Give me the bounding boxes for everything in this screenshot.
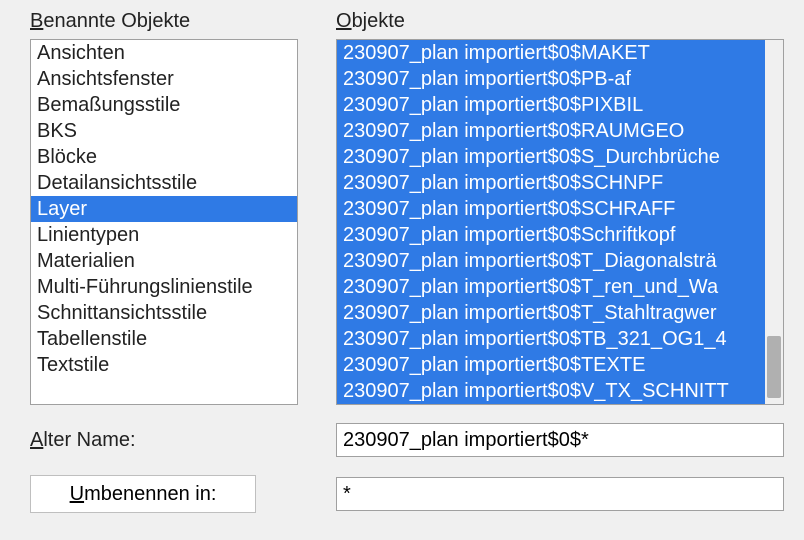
objects-label: Objekte: [336, 10, 784, 33]
old-name-label: Alter Name:: [30, 429, 136, 451]
objects-scrollbar-thumb[interactable]: [767, 336, 781, 398]
objects-item[interactable]: 230907_plan importiert$0$RAUMGEO: [337, 118, 765, 144]
named-objects-item[interactable]: Detailansichtsstile: [31, 170, 297, 196]
objects-item[interactable]: 230907_plan importiert$0$TEXTE: [337, 352, 765, 378]
named-objects-item[interactable]: Linientypen: [31, 222, 297, 248]
named-objects-item[interactable]: Multi-Führungslinienstile: [31, 274, 297, 300]
named-objects-item[interactable]: Schnittansichtsstile: [31, 300, 297, 326]
objects-item[interactable]: 230907_plan importiert$0$Schriftkopf: [337, 222, 765, 248]
objects-scrollbar[interactable]: [765, 40, 783, 404]
objects-item[interactable]: 230907_plan importiert$0$TB_321_OG1_4: [337, 326, 765, 352]
named-objects-item[interactable]: Textstile: [31, 352, 297, 378]
objects-item[interactable]: 230907_plan importiert$0$S_Durchbrüche: [337, 144, 765, 170]
rename-to-button[interactable]: Umbenennen in:: [30, 475, 256, 513]
objects-item[interactable]: 230907_plan importiert$0$V_TX_SCHNITT: [337, 378, 765, 404]
old-name-input[interactable]: [336, 423, 784, 457]
objects-listbox[interactable]: 230907_plan importiert$0$MAKET230907_pla…: [336, 39, 784, 405]
named-objects-item[interactable]: Ansichten: [31, 40, 297, 66]
objects-item[interactable]: 230907_plan importiert$0$MAKET: [337, 40, 765, 66]
named-objects-item[interactable]: Blöcke: [31, 144, 297, 170]
objects-item[interactable]: 230907_plan importiert$0$PB-af: [337, 66, 765, 92]
objects-item[interactable]: 230907_plan importiert$0$T_ren_und_Wa: [337, 274, 765, 300]
named-objects-item[interactable]: Materialien: [31, 248, 297, 274]
named-objects-item[interactable]: Ansichtsfenster: [31, 66, 297, 92]
objects-item[interactable]: 230907_plan importiert$0$PIXBIL: [337, 92, 765, 118]
named-objects-item[interactable]: Layer: [31, 196, 297, 222]
rename-dialog: Benannte Objekte AnsichtenAnsichtsfenste…: [0, 0, 804, 540]
objects-item[interactable]: 230907_plan importiert$0$T_Diagonalsträ: [337, 248, 765, 274]
named-objects-item[interactable]: Tabellenstile: [31, 326, 297, 352]
objects-item[interactable]: 230907_plan importiert$0$T_Stahltragwer: [337, 300, 765, 326]
named-objects-item[interactable]: BKS: [31, 118, 297, 144]
objects-item[interactable]: 230907_plan importiert$0$SCHRAFF: [337, 196, 765, 222]
rename-to-input[interactable]: [336, 477, 784, 511]
named-objects-label: Benannte Objekte: [30, 10, 298, 33]
named-objects-item[interactable]: Bemaßungsstile: [31, 92, 297, 118]
named-objects-listbox[interactable]: AnsichtenAnsichtsfensterBemaßungsstileBK…: [30, 39, 298, 405]
objects-item[interactable]: 230907_plan importiert$0$SCHNPF: [337, 170, 765, 196]
